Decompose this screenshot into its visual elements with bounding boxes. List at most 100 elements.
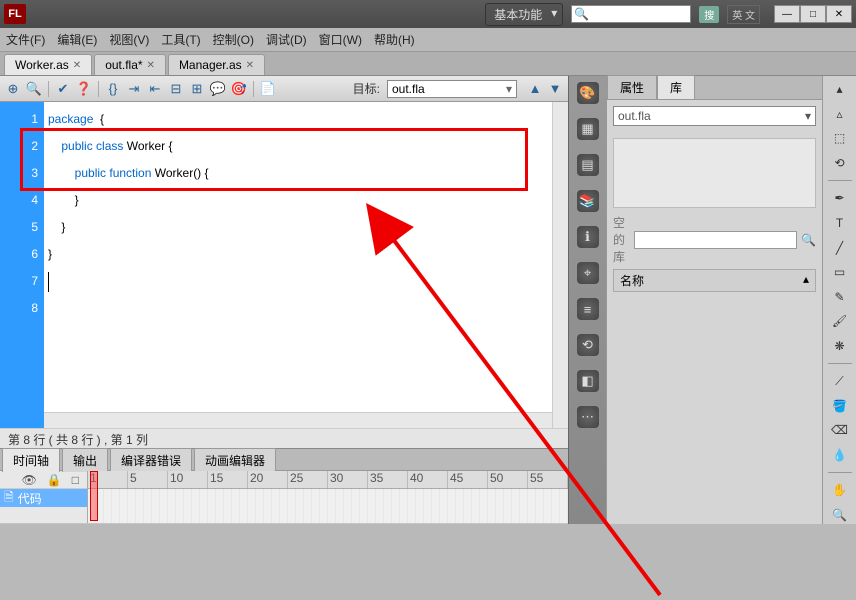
tab-library[interactable]: 库 bbox=[657, 75, 695, 99]
grid-icon[interactable]: ▦ bbox=[577, 118, 599, 140]
close-icon[interactable]: ✕ bbox=[246, 60, 254, 71]
target-label: 目标: bbox=[353, 80, 380, 97]
palette-icon[interactable]: 🎨 bbox=[577, 82, 599, 104]
code-editor[interactable]: 12345678 package { public class Worker {… bbox=[0, 102, 568, 428]
document-tab[interactable]: Worker.as✕ bbox=[4, 54, 92, 75]
pen-tool[interactable]: ✒ bbox=[829, 189, 851, 208]
close-button[interactable]: ✕ bbox=[826, 5, 852, 23]
outdent-icon[interactable]: ⇤ bbox=[146, 80, 164, 98]
indent-icon[interactable]: ⇥ bbox=[125, 80, 143, 98]
align-icon[interactable]: ≡ bbox=[577, 298, 599, 320]
zoom-tool[interactable]: 🔍 bbox=[829, 506, 851, 525]
title-bar: FL 基本功能 🔍 搜 英 文 — □ ✕ bbox=[0, 0, 856, 28]
bottom-tabs: 时间轴输出编译器错误动画编辑器 bbox=[0, 449, 568, 471]
layer-column: 👁 🔒 □ 🗎 代码 bbox=[0, 471, 88, 523]
playhead[interactable] bbox=[90, 471, 98, 521]
info-icon[interactable]: ℹ bbox=[577, 226, 599, 248]
bottom-tab[interactable]: 时间轴 bbox=[2, 448, 60, 472]
text-tool[interactable]: T bbox=[829, 214, 851, 233]
workspace-dropdown[interactable]: 基本功能 bbox=[485, 3, 563, 26]
find-icon[interactable]: 🔍 bbox=[25, 80, 43, 98]
empty-library-label: 空的库 bbox=[613, 214, 630, 265]
collapse-icon[interactable]: ⊟ bbox=[167, 80, 185, 98]
right-panel-tabs: 属性 库 bbox=[607, 76, 822, 100]
document-tab[interactable]: Manager.as✕ bbox=[168, 54, 265, 75]
transform-icon[interactable]: ⟲ bbox=[577, 334, 599, 356]
snippet-icon[interactable]: 📄 bbox=[259, 80, 277, 98]
color-icon[interactable]: ◧ bbox=[577, 370, 599, 392]
menu-item[interactable]: 窗口(W) bbox=[319, 31, 362, 48]
nav-up-icon[interactable]: ▲ bbox=[526, 80, 544, 98]
menu-item[interactable]: 视图(V) bbox=[109, 31, 149, 48]
scrollbar-vertical[interactable] bbox=[552, 102, 568, 428]
menu-item[interactable]: 控制(O) bbox=[213, 31, 254, 48]
layer-header: 👁 🔒 □ bbox=[0, 471, 87, 489]
library-search-row: 空的库 🔍 bbox=[613, 214, 816, 265]
expand-icon[interactable]: ⊞ bbox=[188, 80, 206, 98]
bottom-tab[interactable]: 输出 bbox=[62, 448, 108, 472]
search-lang[interactable]: 英 文 bbox=[727, 5, 760, 24]
library-name-header[interactable]: 名称▴ bbox=[613, 269, 816, 292]
minimize-button[interactable]: — bbox=[774, 5, 800, 23]
search-badge: 搜 bbox=[699, 6, 719, 23]
check-icon[interactable]: ✔ bbox=[54, 80, 72, 98]
nav-down-icon[interactable]: ▼ bbox=[546, 80, 564, 98]
hand-tool[interactable]: ✋ bbox=[829, 481, 851, 500]
bone-tool[interactable]: ⟋ bbox=[829, 372, 851, 391]
library-preview bbox=[613, 138, 816, 208]
paint-bucket-tool[interactable]: 🪣 bbox=[829, 396, 851, 415]
bottom-panel: 时间轴输出编译器错误动画编辑器 👁 🔒 □ 🗎 代码 1510152025303… bbox=[0, 448, 568, 524]
maximize-button[interactable]: □ bbox=[800, 5, 826, 23]
target-dropdown[interactable]: out.fla bbox=[387, 80, 517, 98]
sort-icon[interactable]: ▴ bbox=[803, 272, 809, 289]
bottom-tab[interactable]: 编译器错误 bbox=[110, 448, 192, 472]
erase-tool[interactable]: ⌫ bbox=[829, 421, 851, 440]
search-input-wrapper: 🔍 bbox=[571, 5, 691, 23]
collapsed-panels-strip: 🎨 ▦ ▤ 📚 ℹ ⌖ ≡ ⟲ ◧ ⋯ bbox=[568, 76, 606, 524]
subselect-tool[interactable]: ▵ bbox=[829, 105, 851, 124]
menu-item[interactable]: 工具(T) bbox=[161, 31, 200, 48]
menu-item[interactable]: 文件(F) bbox=[6, 31, 45, 48]
search-icon[interactable]: 🔍 bbox=[801, 233, 816, 247]
close-icon[interactable]: ✕ bbox=[73, 60, 81, 71]
visibility-icon[interactable]: 👁 bbox=[22, 473, 37, 486]
menu-bar: 文件(F) 编辑(E) 视图(V) 工具(T) 控制(O) 调试(D) 窗口(W) 帮助(H) bbox=[0, 28, 856, 52]
lock-icon[interactable]: 🔒 bbox=[47, 473, 62, 486]
library-doc-dropdown[interactable]: out.fla bbox=[613, 106, 816, 126]
menu-item[interactable]: 调试(D) bbox=[266, 31, 307, 48]
debug-icon[interactable]: 🎯 bbox=[230, 80, 248, 98]
rectangle-tool[interactable]: ▭ bbox=[829, 263, 851, 282]
scrollbar-horizontal[interactable] bbox=[44, 412, 552, 428]
library-search-input[interactable] bbox=[634, 231, 797, 249]
add-icon[interactable]: ⊕ bbox=[4, 80, 22, 98]
pencil-tool[interactable]: ✎ bbox=[829, 287, 851, 306]
tab-properties[interactable]: 属性 bbox=[607, 75, 657, 99]
lib-icon[interactable]: 📚 bbox=[577, 190, 599, 212]
frames-area[interactable]: 1510152025303540455055 bbox=[88, 471, 568, 523]
free-transform-tool[interactable]: ⬚ bbox=[829, 129, 851, 148]
right-panel: 属性 库 out.fla 空的库 🔍 名称▴ bbox=[606, 76, 822, 524]
hint-icon[interactable]: ❓ bbox=[75, 80, 93, 98]
layer-row[interactable]: 🗎 代码 bbox=[0, 489, 87, 507]
search-input[interactable] bbox=[591, 8, 690, 20]
lasso-tool[interactable]: ⟲ bbox=[829, 154, 851, 173]
target-icon[interactable]: ⌖ bbox=[577, 262, 599, 284]
menu-item[interactable]: 编辑(E) bbox=[57, 31, 97, 48]
editor-area: ⊕ 🔍 ✔ ❓ {} ⇥ ⇤ ⊟ ⊞ 💬 🎯 📄 目标: out.fla ▲ ▼… bbox=[0, 76, 568, 524]
outline-icon[interactable]: □ bbox=[72, 473, 79, 486]
menu-item[interactable]: 帮助(H) bbox=[374, 31, 415, 48]
deco-tool[interactable]: ❋ bbox=[829, 336, 851, 355]
close-icon[interactable]: ✕ bbox=[147, 60, 155, 71]
misc-icon[interactable]: ⋯ bbox=[577, 406, 599, 428]
brush-tool[interactable]: 🖌 bbox=[829, 312, 851, 331]
brace-icon[interactable]: {} bbox=[104, 80, 122, 98]
eyedropper-tool[interactable]: 💧 bbox=[829, 446, 851, 465]
comment-icon[interactable]: 💬 bbox=[209, 80, 227, 98]
bottom-tab[interactable]: 动画编辑器 bbox=[194, 448, 276, 472]
swatch-icon[interactable]: ▤ bbox=[577, 154, 599, 176]
line-tool[interactable]: ╱ bbox=[829, 238, 851, 257]
status-line: 第 8 行 ( 共 8 行 ) , 第 1 列 bbox=[0, 428, 568, 448]
document-tab[interactable]: out.fla*✕ bbox=[94, 54, 166, 75]
code-text[interactable]: package { public class Worker { public f… bbox=[44, 102, 568, 428]
select-tool[interactable]: ▴ bbox=[829, 80, 851, 99]
